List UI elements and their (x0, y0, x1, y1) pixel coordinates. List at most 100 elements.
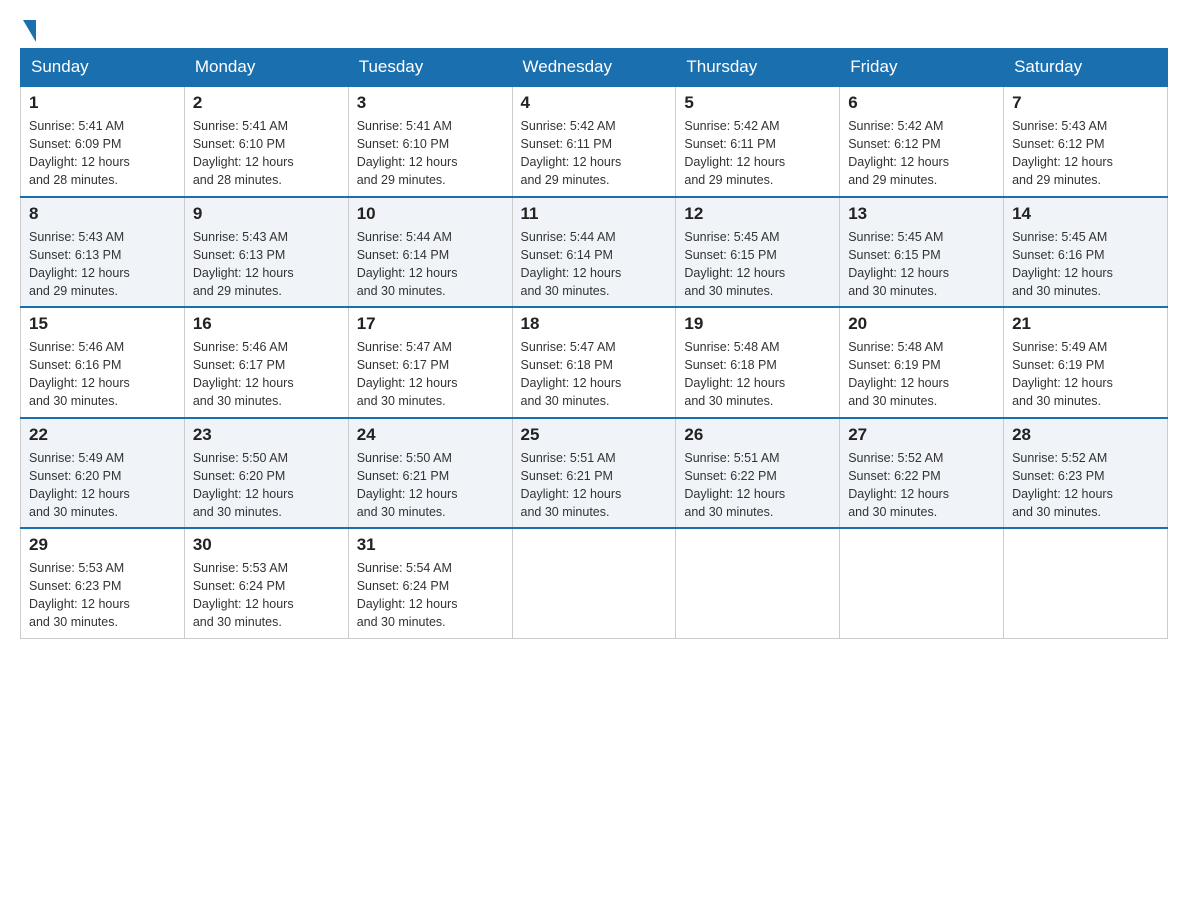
day-number: 13 (848, 204, 995, 224)
day-info: Sunrise: 5:42 AMSunset: 6:11 PMDaylight:… (521, 117, 668, 190)
day-number: 23 (193, 425, 340, 445)
day-info: Sunrise: 5:44 AMSunset: 6:14 PMDaylight:… (521, 228, 668, 301)
day-number: 5 (684, 93, 831, 113)
day-number: 27 (848, 425, 995, 445)
day-number: 2 (193, 93, 340, 113)
day-info: Sunrise: 5:42 AMSunset: 6:11 PMDaylight:… (684, 117, 831, 190)
day-number: 22 (29, 425, 176, 445)
day-info: Sunrise: 5:46 AMSunset: 6:17 PMDaylight:… (193, 338, 340, 411)
day-number: 25 (521, 425, 668, 445)
calendar-cell: 25 Sunrise: 5:51 AMSunset: 6:21 PMDayligh… (512, 418, 676, 529)
page-header (20, 20, 1168, 38)
calendar-week-2: 8 Sunrise: 5:43 AMSunset: 6:13 PMDaylight… (21, 197, 1168, 308)
day-info: Sunrise: 5:49 AMSunset: 6:19 PMDaylight:… (1012, 338, 1159, 411)
day-info: Sunrise: 5:50 AMSunset: 6:20 PMDaylight:… (193, 449, 340, 522)
day-number: 15 (29, 314, 176, 334)
day-number: 20 (848, 314, 995, 334)
calendar-cell (840, 528, 1004, 638)
day-number: 30 (193, 535, 340, 555)
calendar-cell (1004, 528, 1168, 638)
day-info: Sunrise: 5:47 AMSunset: 6:18 PMDaylight:… (521, 338, 668, 411)
calendar-cell (512, 528, 676, 638)
day-info: Sunrise: 5:43 AMSunset: 6:13 PMDaylight:… (193, 228, 340, 301)
day-info: Sunrise: 5:48 AMSunset: 6:18 PMDaylight:… (684, 338, 831, 411)
day-number: 28 (1012, 425, 1159, 445)
day-info: Sunrise: 5:50 AMSunset: 6:21 PMDaylight:… (357, 449, 504, 522)
calendar-cell: 2 Sunrise: 5:41 AMSunset: 6:10 PMDaylight… (184, 86, 348, 197)
calendar-cell: 6 Sunrise: 5:42 AMSunset: 6:12 PMDaylight… (840, 86, 1004, 197)
calendar-cell: 23 Sunrise: 5:50 AMSunset: 6:20 PMDayligh… (184, 418, 348, 529)
day-info: Sunrise: 5:41 AMSunset: 6:10 PMDaylight:… (193, 117, 340, 190)
day-number: 16 (193, 314, 340, 334)
calendar-cell: 13 Sunrise: 5:45 AMSunset: 6:15 PMDayligh… (840, 197, 1004, 308)
day-number: 4 (521, 93, 668, 113)
calendar-week-3: 15 Sunrise: 5:46 AMSunset: 6:16 PMDayligh… (21, 307, 1168, 418)
calendar-header-thursday: Thursday (676, 49, 840, 87)
day-info: Sunrise: 5:54 AMSunset: 6:24 PMDaylight:… (357, 559, 504, 632)
calendar-cell: 7 Sunrise: 5:43 AMSunset: 6:12 PMDaylight… (1004, 86, 1168, 197)
day-info: Sunrise: 5:41 AMSunset: 6:10 PMDaylight:… (357, 117, 504, 190)
day-info: Sunrise: 5:46 AMSunset: 6:16 PMDaylight:… (29, 338, 176, 411)
calendar-cell: 26 Sunrise: 5:51 AMSunset: 6:22 PMDayligh… (676, 418, 840, 529)
calendar-cell: 8 Sunrise: 5:43 AMSunset: 6:13 PMDaylight… (21, 197, 185, 308)
day-info: Sunrise: 5:44 AMSunset: 6:14 PMDaylight:… (357, 228, 504, 301)
day-number: 7 (1012, 93, 1159, 113)
calendar-cell: 28 Sunrise: 5:52 AMSunset: 6:23 PMDayligh… (1004, 418, 1168, 529)
day-info: Sunrise: 5:52 AMSunset: 6:22 PMDaylight:… (848, 449, 995, 522)
logo-triangle-icon (23, 20, 36, 42)
day-info: Sunrise: 5:51 AMSunset: 6:22 PMDaylight:… (684, 449, 831, 522)
calendar-cell: 31 Sunrise: 5:54 AMSunset: 6:24 PMDayligh… (348, 528, 512, 638)
day-number: 6 (848, 93, 995, 113)
day-info: Sunrise: 5:43 AMSunset: 6:13 PMDaylight:… (29, 228, 176, 301)
calendar-week-5: 29Sunrise: 5:53 AMSunset: 6:23 PMDayligh… (21, 528, 1168, 638)
day-number: 14 (1012, 204, 1159, 224)
calendar-cell: 21Sunrise: 5:49 AMSunset: 6:19 PMDayligh… (1004, 307, 1168, 418)
calendar-week-4: 22 Sunrise: 5:49 AMSunset: 6:20 PMDayligh… (21, 418, 1168, 529)
calendar-cell: 20 Sunrise: 5:48 AMSunset: 6:19 PMDayligh… (840, 307, 1004, 418)
calendar-header-sunday: Sunday (21, 49, 185, 87)
day-info: Sunrise: 5:52 AMSunset: 6:23 PMDaylight:… (1012, 449, 1159, 522)
calendar-cell: 16 Sunrise: 5:46 AMSunset: 6:17 PMDayligh… (184, 307, 348, 418)
calendar-week-1: 1 Sunrise: 5:41 AMSunset: 6:09 PMDaylight… (21, 86, 1168, 197)
day-number: 31 (357, 535, 504, 555)
calendar-cell: 11 Sunrise: 5:44 AMSunset: 6:14 PMDayligh… (512, 197, 676, 308)
calendar-cell: 3 Sunrise: 5:41 AMSunset: 6:10 PMDaylight… (348, 86, 512, 197)
calendar-cell: 27 Sunrise: 5:52 AMSunset: 6:22 PMDayligh… (840, 418, 1004, 529)
day-info: Sunrise: 5:41 AMSunset: 6:09 PMDaylight:… (29, 117, 176, 190)
calendar-cell: 1 Sunrise: 5:41 AMSunset: 6:09 PMDaylight… (21, 86, 185, 197)
calendar-header-tuesday: Tuesday (348, 49, 512, 87)
day-info: Sunrise: 5:45 AMSunset: 6:15 PMDaylight:… (684, 228, 831, 301)
day-number: 26 (684, 425, 831, 445)
day-number: 10 (357, 204, 504, 224)
day-number: 12 (684, 204, 831, 224)
day-number: 3 (357, 93, 504, 113)
calendar-cell: 30 Sunrise: 5:53 AMSunset: 6:24 PMDayligh… (184, 528, 348, 638)
calendar-cell: 4 Sunrise: 5:42 AMSunset: 6:11 PMDaylight… (512, 86, 676, 197)
calendar-header-row: SundayMondayTuesdayWednesdayThursdayFrid… (21, 49, 1168, 87)
day-number: 17 (357, 314, 504, 334)
calendar-cell: 15 Sunrise: 5:46 AMSunset: 6:16 PMDayligh… (21, 307, 185, 418)
day-info: Sunrise: 5:43 AMSunset: 6:12 PMDaylight:… (1012, 117, 1159, 190)
day-info: Sunrise: 5:45 AMSunset: 6:15 PMDaylight:… (848, 228, 995, 301)
day-info: Sunrise: 5:48 AMSunset: 6:19 PMDaylight:… (848, 338, 995, 411)
calendar-cell: 9 Sunrise: 5:43 AMSunset: 6:13 PMDaylight… (184, 197, 348, 308)
calendar-cell: 14Sunrise: 5:45 AMSunset: 6:16 PMDayligh… (1004, 197, 1168, 308)
day-number: 11 (521, 204, 668, 224)
day-number: 1 (29, 93, 176, 113)
day-number: 8 (29, 204, 176, 224)
calendar-cell: 10 Sunrise: 5:44 AMSunset: 6:14 PMDayligh… (348, 197, 512, 308)
calendar-cell: 19Sunrise: 5:48 AMSunset: 6:18 PMDayligh… (676, 307, 840, 418)
calendar-header-wednesday: Wednesday (512, 49, 676, 87)
day-info: Sunrise: 5:49 AMSunset: 6:20 PMDaylight:… (29, 449, 176, 522)
calendar-header-friday: Friday (840, 49, 1004, 87)
day-info: Sunrise: 5:51 AMSunset: 6:21 PMDaylight:… (521, 449, 668, 522)
day-info: Sunrise: 5:42 AMSunset: 6:12 PMDaylight:… (848, 117, 995, 190)
calendar-cell: 5 Sunrise: 5:42 AMSunset: 6:11 PMDaylight… (676, 86, 840, 197)
calendar-cell: 17Sunrise: 5:47 AMSunset: 6:17 PMDayligh… (348, 307, 512, 418)
day-info: Sunrise: 5:53 AMSunset: 6:23 PMDaylight:… (29, 559, 176, 632)
calendar-cell: 24Sunrise: 5:50 AMSunset: 6:21 PMDayligh… (348, 418, 512, 529)
day-number: 9 (193, 204, 340, 224)
calendar-cell: 18Sunrise: 5:47 AMSunset: 6:18 PMDayligh… (512, 307, 676, 418)
logo (20, 20, 36, 38)
day-info: Sunrise: 5:53 AMSunset: 6:24 PMDaylight:… (193, 559, 340, 632)
